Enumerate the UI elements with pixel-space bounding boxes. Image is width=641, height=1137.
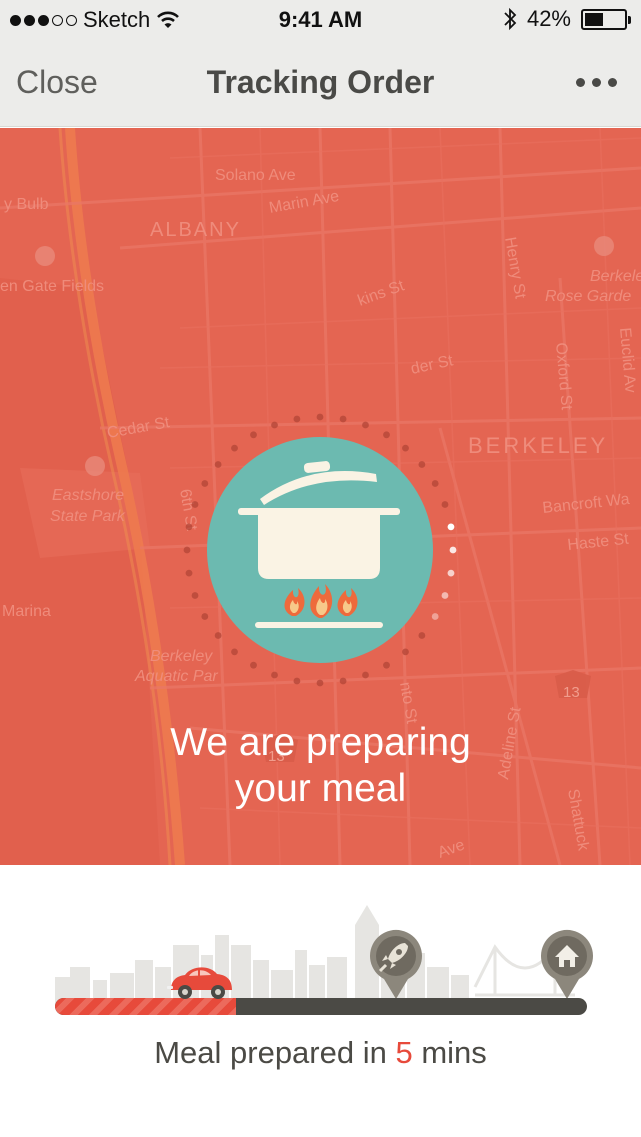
- svg-text:Oxford St: Oxford St: [552, 342, 575, 411]
- eta-value: 5: [395, 1035, 413, 1070]
- svg-text:Marina: Marina: [2, 603, 51, 620]
- progress-dot: [362, 421, 369, 429]
- rocket-pin-icon[interactable]: [368, 929, 424, 1001]
- status-message-line-2: your meal: [234, 767, 407, 810]
- svg-text:ALBANY: ALBANY: [150, 219, 241, 241]
- progress-dot: [250, 661, 257, 669]
- progress-dot: [183, 546, 191, 554]
- progress-dot: [293, 677, 301, 685]
- svg-text:BERKELEY: BERKELEY: [468, 433, 608, 458]
- progress-dot: [271, 671, 278, 679]
- status-message-line-1: We are preparing: [170, 721, 471, 764]
- progress-dot: [191, 592, 199, 599]
- progress-dot: [214, 461, 222, 468]
- battery-icon: [581, 8, 631, 30]
- progress-dot: [418, 461, 426, 468]
- progress-dot: [441, 592, 449, 599]
- battery-percent: 42%: [526, 6, 571, 31]
- map-label: Solano Ave: [215, 167, 296, 184]
- svg-text:en Gate Fields: en Gate Fields: [0, 278, 104, 295]
- progress-dot: [185, 569, 193, 577]
- progress-dot: [431, 613, 439, 620]
- progress-dot: [441, 501, 449, 508]
- progress-dot: [231, 648, 238, 656]
- map-view[interactable]: Solano Ave Marin Ave ALBANY y Bulb en Ga…: [0, 128, 641, 865]
- ellipsis-icon: [575, 77, 585, 87]
- progress-dot: [449, 546, 457, 554]
- eta-message: Meal prepared in 5 mins: [0, 1035, 641, 1071]
- progress-dot: [447, 569, 455, 577]
- svg-text:State Park: State Park: [50, 508, 126, 525]
- progress-dot: [214, 632, 222, 639]
- car-icon: [167, 967, 232, 999]
- progress-dot: [431, 480, 439, 487]
- svg-text:13: 13: [563, 684, 580, 701]
- progress-dot: [362, 671, 369, 679]
- progress-dot: [316, 413, 324, 421]
- svg-text:Berkeley: Berkeley: [590, 268, 641, 285]
- eta-suffix: mins: [421, 1035, 487, 1070]
- progress-dot: [339, 415, 347, 423]
- home-pin-icon[interactable]: [539, 929, 595, 1001]
- progress-dot: [185, 523, 193, 531]
- svg-text:Ave: Ave: [436, 836, 468, 861]
- close-button[interactable]: Close: [16, 64, 98, 101]
- navigation-bar: Close Tracking Order: [0, 40, 641, 127]
- city-skyline-illustration: [55, 905, 577, 1005]
- progress-dot: [271, 421, 278, 429]
- progress-dot: [339, 677, 347, 685]
- svg-text:Marin Ave: Marin Ave: [268, 188, 341, 217]
- svg-text:der St: der St: [409, 352, 455, 378]
- progress-dot: [201, 613, 209, 620]
- bluetooth-icon: [504, 7, 517, 31]
- progress-dot: [201, 480, 209, 487]
- progress-dot: [383, 431, 390, 439]
- svg-text:Bancroft Wa: Bancroft Wa: [542, 491, 631, 517]
- eta-prefix: Meal prepared in: [154, 1035, 387, 1070]
- svg-text:Eastshore: Eastshore: [52, 487, 124, 504]
- progress-dot: [191, 501, 199, 508]
- svg-text:Euclid Av: Euclid Av: [616, 327, 639, 394]
- progress-dot: [316, 679, 324, 687]
- progress-dot: [383, 661, 390, 669]
- more-options-button[interactable]: [571, 70, 621, 94]
- status-bar: Sketch 9:41 AM 42%: [0, 0, 641, 40]
- progress-dot: [250, 431, 257, 439]
- cooking-status-indicator: [183, 413, 457, 687]
- progress-dot: [231, 444, 238, 452]
- status-message: We are preparing your meal: [0, 720, 641, 812]
- progress-dot: [418, 632, 426, 639]
- status-right: 42%: [503, 6, 631, 32]
- progress-dot: [402, 648, 409, 656]
- svg-text:y Bulb: y Bulb: [4, 196, 49, 213]
- svg-text:kins St: kins St: [356, 277, 407, 310]
- svg-text:Rose Garde: Rose Garde: [545, 288, 631, 305]
- progress-dot: [447, 523, 455, 531]
- delivery-progress-bar: [55, 998, 587, 1015]
- progress-dot: [402, 444, 409, 452]
- progress-dot: [293, 415, 301, 423]
